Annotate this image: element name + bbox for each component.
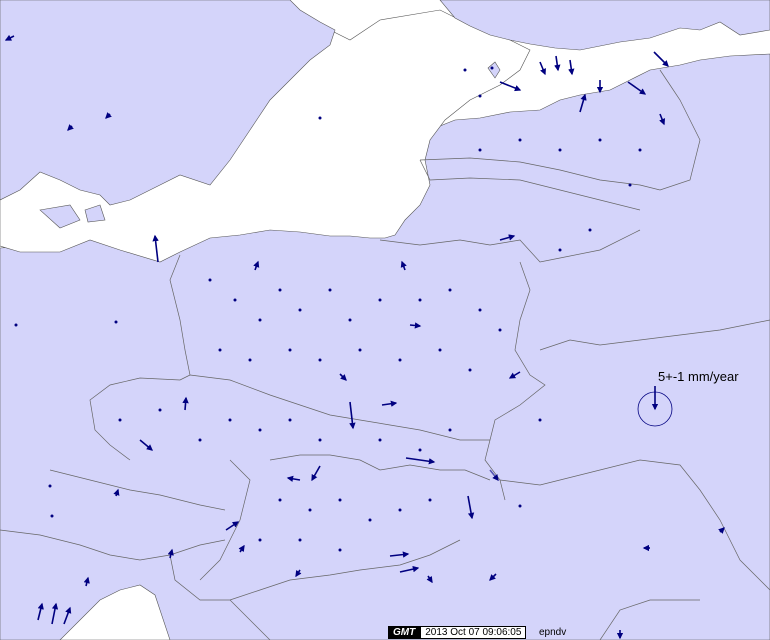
timestamp-text: 2013 Oct 07 09:06:05 — [420, 626, 527, 639]
plot-label: epndv — [539, 627, 567, 638]
vector — [409, 322, 422, 329]
gmt-logo: GMT — [388, 626, 421, 639]
gmt-timestamp: GMT 2013 Oct 07 09:06:05 — [388, 626, 527, 639]
map-canvas: 5+-1 mm/year GMT 2013 Oct 07 09:06:05 ep… — [0, 0, 770, 640]
legend-label: 5+-1 mm/year — [658, 369, 739, 384]
vector — [182, 396, 189, 411]
velocity-map — [0, 0, 770, 640]
